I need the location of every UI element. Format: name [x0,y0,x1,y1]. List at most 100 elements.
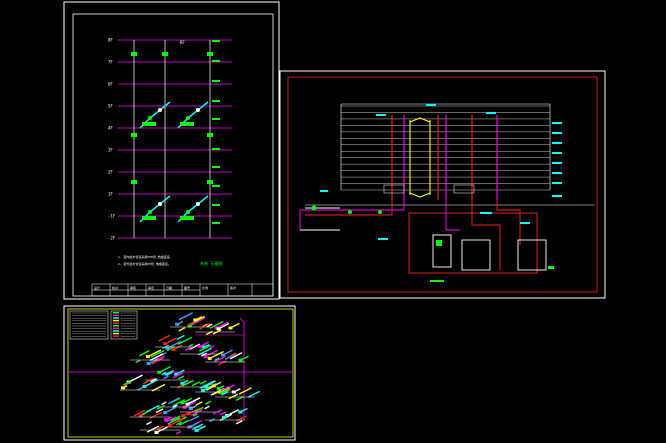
inner-frame [72,13,274,297]
pipe-segment [178,312,194,321]
pipe-segment [175,430,182,435]
drawing-title: 系统 示意图 [200,260,222,266]
pipe-segment [188,343,194,348]
fitting [171,347,176,351]
equipment-box [453,184,475,194]
pipe-segment [128,374,143,383]
pipe-segment [204,405,210,410]
fitting [207,356,212,360]
fitting [238,358,243,362]
branch-cluster [130,349,170,366]
branch-cluster [120,374,166,392]
branch-cluster-lower [139,195,209,223]
floor-label: 4F [108,126,113,131]
note-line: 2. 室外给水管道采用PE管,电熔连接。 [118,261,171,266]
title-block-cell: 审核 [130,285,136,290]
fitting [154,430,159,434]
legend-swatch [113,317,119,319]
pipe-segment [158,334,171,342]
vertical-main [239,317,245,420]
pipe-segment [163,375,169,380]
pipe-segment [228,393,239,400]
branch-cluster [130,404,177,422]
isometric-pipe-sheet[interactable] [63,305,296,441]
fitting [175,322,180,326]
fitting [203,354,208,358]
floor-label: 3F [108,148,113,153]
floor-label: -1F [108,214,116,219]
pipe-segment [139,350,150,357]
basement-piping [299,200,547,274]
floor-label: 8F [108,38,113,43]
fitting [188,407,193,411]
fitting [146,362,151,366]
floor-label: 6F [108,82,113,87]
riser-pipes [133,40,211,238]
fitting [211,384,216,388]
floor-label: 2F [108,170,113,175]
inner-frame [67,308,294,438]
legend-swatch [113,322,119,324]
riser-valves [131,52,213,184]
fitting [181,414,186,418]
floor-lines [118,39,232,239]
legend-swatch [113,319,119,322]
title-block-cell: 图号 [184,285,190,290]
fitting [221,415,226,419]
pipe-segment [178,375,185,380]
pipe-segment [145,421,152,426]
pipe-segment [204,400,212,405]
fitting [182,405,187,409]
legend-swatch [113,335,119,337]
title-block-cell: 版次 [230,285,236,290]
branch-cluster [155,334,201,352]
fitting [238,410,243,414]
level-lines [305,105,595,206]
fitting [201,388,206,392]
pipe-segment [219,411,227,416]
pipe-segment [195,401,203,406]
title-block-labels: 设计 校对 审核 审定 日期 图号 比例 版次 [94,285,236,290]
legend-swatch [113,327,119,330]
fitting [163,342,168,346]
branch-cluster [170,379,217,392]
fitting [157,426,162,430]
legend-swatch [113,325,119,327]
pipe-segment [135,359,141,364]
title-block [91,283,274,297]
floor-label: 7F [108,60,113,65]
pipe-segment [189,415,200,422]
fitting [142,384,147,388]
title-block-cell: 校对 [112,285,118,290]
inner-frame [287,76,598,293]
pipe-segment [247,390,260,398]
section-elevation-sheet[interactable] [279,70,606,299]
pipe-segment [199,380,207,385]
title-block-cell: 审定 [148,285,154,290]
floor-label: -2F [108,236,116,241]
roof-label: RF [180,40,185,45]
fitting [163,411,168,415]
legend-swatch [113,314,119,317]
floor-label: 5F [108,104,113,109]
fitting [185,402,190,406]
equipment-box [383,184,405,194]
branch-cluster [205,349,249,366]
fitting [220,353,225,357]
annotation-marks [320,104,562,240]
title-block-cell: 设计 [94,285,100,290]
branch-cluster [170,312,210,332]
branch-cluster [205,407,248,425]
fitting [145,355,150,359]
cad-canvas[interactable]: 设计 校对 审核 审定 日期 图号 比例 版次 8F 7F 6F 5F 4F 3F 2F 1F -1F -2F [0,0,666,443]
pipe-segment [191,381,201,387]
legend-table [69,310,138,340]
floor-label: 1F [108,192,113,197]
legend-swatch [113,330,119,332]
pipe-segment [161,401,167,406]
fitting [121,386,126,390]
riser-diagram-sheet[interactable]: 设计 校对 审核 审定 日期 图号 比例 版次 8F 7F 6F 5F 4F 3F 2F 1F -1F -2F [63,1,280,300]
fitting [194,428,199,432]
pipe-segment [176,334,185,340]
legend-swatch [113,332,119,335]
